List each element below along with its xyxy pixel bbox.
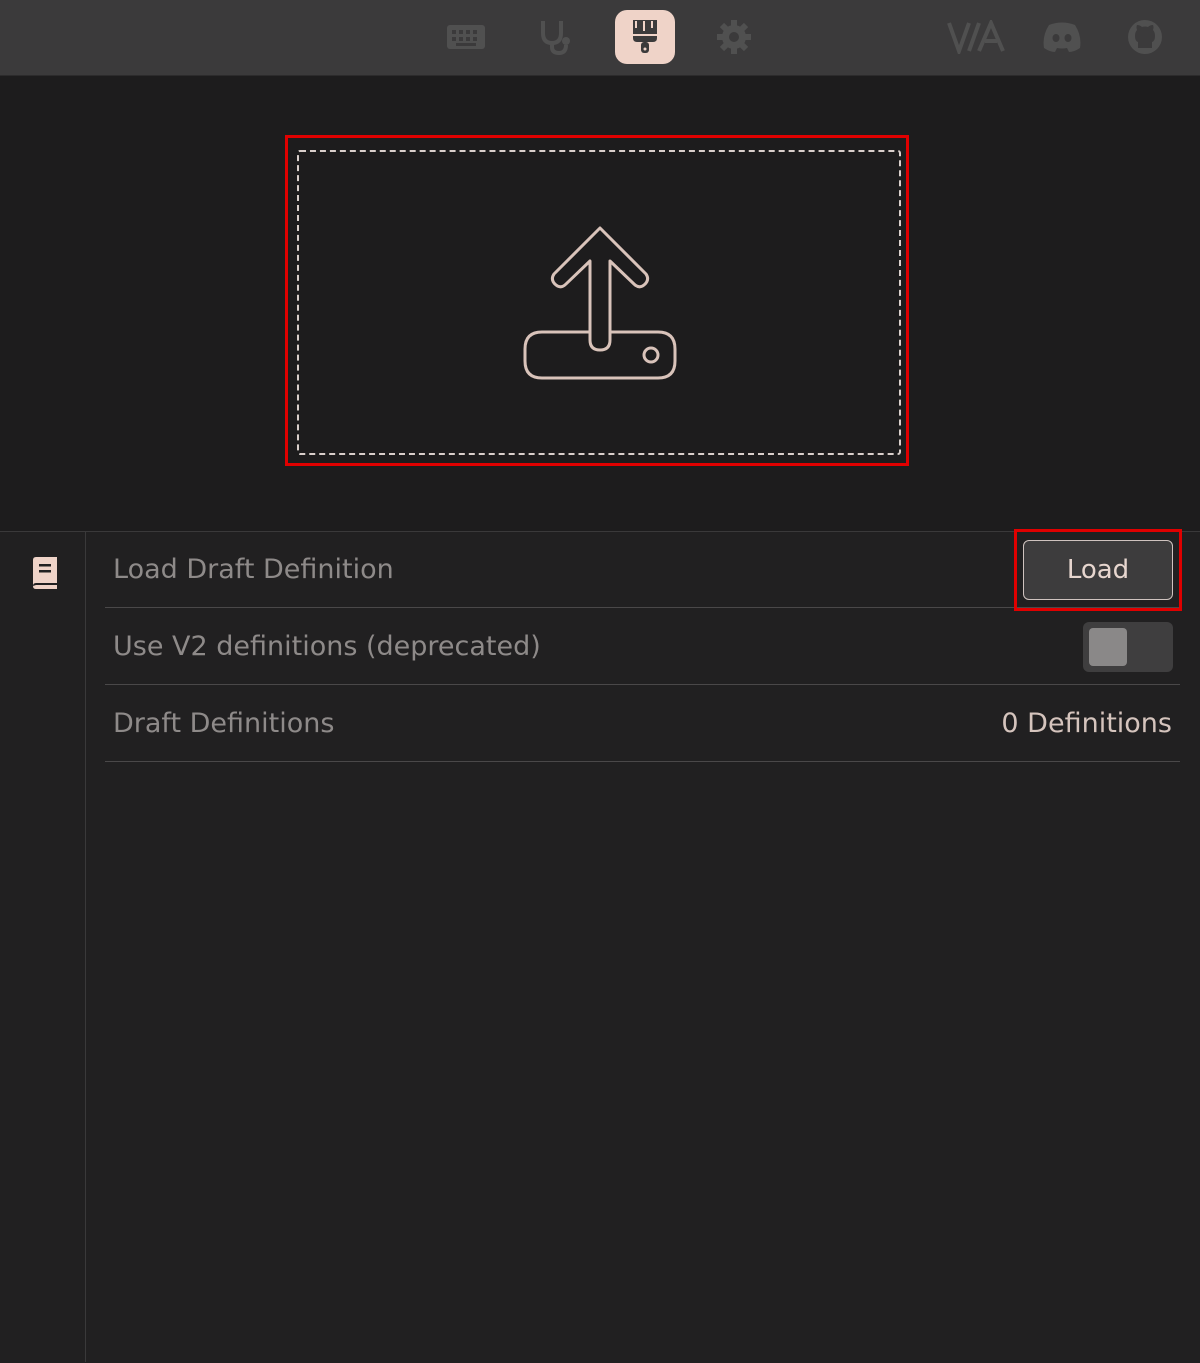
discord-icon[interactable] xyxy=(1032,10,1092,64)
top-nav-bar xyxy=(0,0,1200,76)
stethoscope-icon[interactable] xyxy=(525,10,585,64)
book-icon[interactable] xyxy=(30,556,60,594)
gear-icon[interactable] xyxy=(704,10,764,64)
settings-row-draft-definitions: Draft Definitions 0 Definitions xyxy=(105,686,1180,762)
upload-icon xyxy=(520,222,680,388)
use-v2-definitions-label: Use V2 definitions (deprecated) xyxy=(113,631,541,662)
via-logo-icon[interactable] xyxy=(946,10,1008,64)
v2-definitions-toggle[interactable] xyxy=(1083,622,1173,672)
paintbrush-icon[interactable] xyxy=(615,10,675,64)
load-button[interactable]: Load xyxy=(1023,540,1173,600)
toggle-knob xyxy=(1089,628,1127,666)
draft-definitions-label: Draft Definitions xyxy=(113,708,335,739)
load-draft-definition-label: Load Draft Definition xyxy=(113,554,394,585)
keyboard-icon[interactable] xyxy=(436,10,496,64)
settings-row-v2-definitions: Use V2 definitions (deprecated) xyxy=(105,609,1180,685)
github-icon[interactable] xyxy=(1115,10,1175,64)
draft-definitions-count: 0 Definitions xyxy=(1001,708,1172,739)
settings-sidebar xyxy=(0,531,86,1362)
